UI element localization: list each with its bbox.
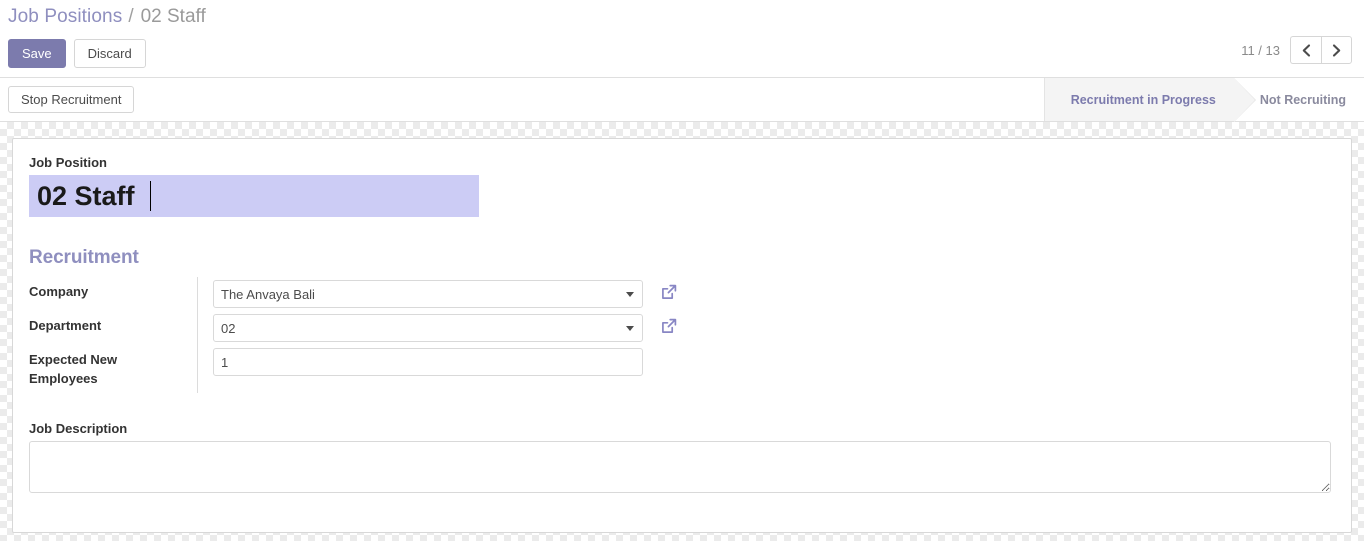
text-cursor	[150, 181, 151, 211]
external-link-icon	[661, 284, 676, 299]
save-button[interactable]: Save	[8, 38, 66, 68]
status-stages: Recruitment in Progress Not Recruiting	[1043, 78, 1364, 122]
department-external-link-button[interactable]	[660, 317, 678, 338]
chevron-right-icon	[1332, 43, 1341, 57]
group-separator	[196, 345, 213, 393]
expected-new-employees-field-cell	[213, 345, 678, 393]
statusbar-buttons: Stop Recruitment	[0, 86, 135, 113]
sheet-background: Job Position Recruitment Company	[0, 122, 1364, 541]
job-position-field-wrap	[29, 175, 479, 217]
form-sheet: Job Position Recruitment Company	[12, 138, 1352, 533]
job-position-label: Job Position	[29, 155, 107, 170]
department-field-cell	[213, 311, 678, 345]
status-stage-label: Not Recruiting	[1259, 92, 1346, 107]
external-link-icon	[661, 318, 676, 333]
record-actions: Save Discard	[0, 30, 1364, 74]
recruitment-form-table: Company De	[29, 277, 678, 393]
pager-count: 11 / 13	[1241, 42, 1280, 58]
company-input[interactable]	[213, 280, 643, 308]
company-label: Company	[29, 284, 89, 299]
recruitment-group-title: Recruitment	[29, 247, 139, 268]
field-row-company: Company	[29, 277, 678, 311]
company-external-link-button[interactable]	[660, 283, 678, 304]
job-description-label: Job Description	[29, 421, 128, 436]
status-stage-recruitment-in-progress[interactable]: Recruitment in Progress	[1043, 78, 1257, 122]
pager-previous-button[interactable]	[1290, 36, 1321, 64]
breadcrumb: Job Positions / 02 Staff	[0, 0, 1364, 30]
pager: 11 / 13	[1241, 36, 1352, 64]
department-select-wrap	[213, 314, 643, 342]
status-stage-label: Recruitment in Progress	[1070, 92, 1216, 107]
job-description-textarea[interactable]	[29, 441, 1331, 493]
stop-recruitment-button[interactable]: Stop Recruitment	[8, 86, 135, 113]
breadcrumb-current: 02 Staff	[140, 6, 206, 27]
field-row-expected-new-employees: Expected New Employees	[29, 345, 678, 393]
discard-button[interactable]: Discard	[73, 38, 146, 68]
company-field-cell	[213, 277, 678, 311]
group-separator	[196, 277, 213, 311]
department-input[interactable]	[213, 314, 643, 342]
statusbar-row: Stop Recruitment Recruitment in Progress…	[0, 78, 1364, 122]
control-panel: Job Positions / 02 Staff Save Discard 11…	[0, 0, 1364, 78]
group-separator	[196, 311, 213, 345]
department-label: Department	[29, 318, 102, 333]
expected-new-employees-input[interactable]	[213, 348, 643, 376]
pager-next-button[interactable]	[1321, 36, 1352, 64]
company-select-wrap	[213, 280, 643, 308]
chevron-left-icon	[1302, 43, 1310, 57]
pager-buttons	[1290, 36, 1352, 64]
breadcrumb-parent-link[interactable]: Job Positions	[8, 6, 122, 28]
breadcrumb-separator: /	[128, 6, 134, 27]
job-position-input[interactable]	[29, 175, 479, 217]
field-row-department: Department	[29, 311, 678, 345]
expected-new-employees-label: Expected New Employees	[29, 352, 118, 386]
